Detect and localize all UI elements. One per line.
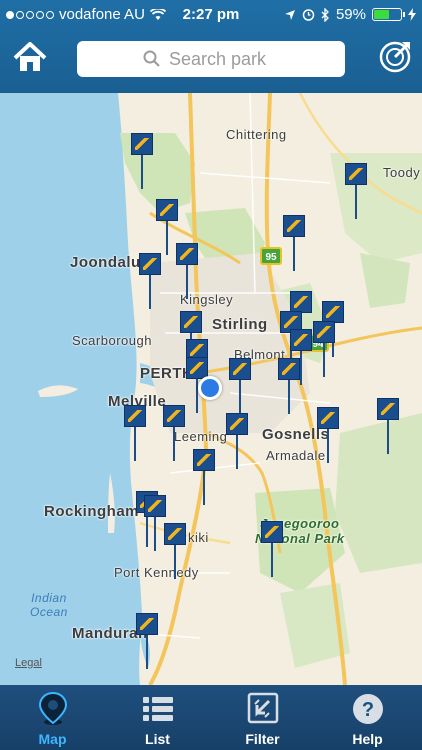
battery-icon [372, 8, 405, 21]
ocean-label: Indian Ocean [30, 591, 68, 619]
app-screen: { "status_bar": { "carrier": "vodafone A… [0, 0, 422, 750]
place-label: Toody [383, 165, 421, 180]
search-bar[interactable] [77, 41, 345, 77]
tab-label: Help [352, 731, 383, 747]
search-icon [143, 50, 160, 67]
park-pin[interactable] [229, 358, 255, 418]
bluetooth-icon [321, 7, 329, 22]
home-icon [13, 42, 47, 71]
tab-help[interactable]: ? Help [315, 685, 420, 750]
park-pin[interactable] [317, 407, 343, 467]
alarm-icon [302, 9, 315, 21]
tab-filter[interactable]: Filter [210, 685, 315, 750]
park-pin[interactable] [164, 523, 190, 583]
park-pin[interactable] [136, 613, 162, 673]
place-label: Chittering [226, 127, 287, 142]
tab-label: Map [38, 731, 67, 747]
search-input[interactable] [169, 48, 279, 70]
park-pin[interactable] [193, 449, 219, 509]
svg-text:?: ? [362, 699, 374, 721]
tab-label: List [145, 731, 170, 747]
park-pin[interactable] [226, 413, 252, 473]
list-icon [143, 697, 173, 721]
park-pin[interactable] [261, 521, 287, 581]
top-bar: vodafone AU 2:27 pm 59% [0, 0, 422, 93]
place-label: Stirling [212, 316, 268, 333]
tab-bar: Map List Filter ? Help [0, 685, 422, 750]
current-location-dot [198, 376, 222, 400]
highway-shield: 95 [260, 247, 282, 265]
tab-list[interactable]: List [105, 685, 210, 750]
place-label: Scarborough [72, 333, 152, 348]
park-pin[interactable] [131, 133, 157, 193]
map-view[interactable]: Chittering Toody Joondalup Kingsley Stir… [0, 93, 422, 685]
park-pin[interactable] [283, 215, 309, 275]
map-pin-icon [38, 691, 68, 725]
help-icon: ? [353, 694, 383, 724]
compass-arrow-icon [379, 41, 411, 73]
filter-icon [247, 692, 279, 724]
park-pin[interactable] [139, 253, 165, 313]
place-label: Rockingham [44, 503, 140, 520]
tab-map[interactable]: Map [0, 685, 105, 750]
status-bar: vodafone AU 2:27 pm 59% [0, 0, 422, 30]
park-pin[interactable] [163, 405, 189, 465]
park-pin[interactable] [377, 398, 403, 458]
home-button[interactable] [10, 38, 50, 78]
park-pin[interactable] [124, 405, 150, 465]
location-arrow-icon [284, 9, 295, 20]
park-pin[interactable] [176, 243, 202, 303]
battery-percent: 59% [335, 6, 366, 23]
locate-button[interactable] [376, 38, 414, 76]
park-pin[interactable] [278, 358, 304, 418]
tab-label: Filter [245, 731, 280, 747]
legal-link[interactable]: Legal [15, 657, 42, 669]
charging-icon [408, 8, 416, 21]
park-pin[interactable] [313, 321, 339, 381]
place-label: kiki [188, 530, 209, 545]
park-pin[interactable] [345, 163, 371, 223]
